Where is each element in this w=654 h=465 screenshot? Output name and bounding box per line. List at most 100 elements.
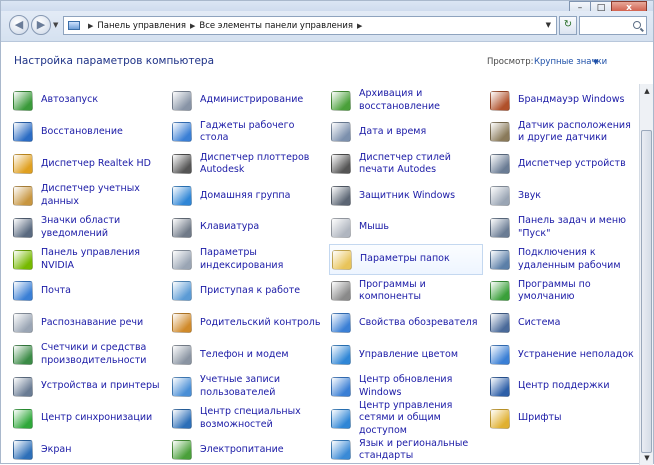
control-panel-item-label: Устройства и принтеры <box>41 380 160 392</box>
control-panel-item[interactable]: Свойства обозревателя <box>331 308 483 339</box>
control-panel-item-label: Защитник Windows <box>359 189 456 201</box>
print-styles-icon <box>331 154 351 175</box>
address-dropdown-icon[interactable]: ▼ <box>546 21 551 29</box>
control-panel-item[interactable]: Панель задач и меню "Пуск" <box>490 212 635 243</box>
action-center-icon <box>490 376 510 397</box>
control-panel-item[interactable]: Центр поддержки <box>490 371 635 402</box>
control-panel-item-label: Датчик расположения и другие датчики <box>518 119 631 144</box>
control-panel-item[interactable]: Мышь <box>331 212 483 243</box>
scroll-up-arrow-icon[interactable]: ▲ <box>641 84 653 98</box>
control-panel-item-label: Диспетчер плоттеров Autodesk <box>200 151 310 176</box>
refresh-button[interactable]: ↻ <box>559 16 577 35</box>
search-icon[interactable] <box>633 21 641 29</box>
control-panel-item[interactable]: Язык и региональные стандарты <box>331 435 483 465</box>
control-panel-item[interactable]: Электропитание <box>172 435 322 465</box>
control-panel-item-label: Восстановление <box>41 126 123 138</box>
chevron-right-icon[interactable]: ▶ <box>190 22 195 30</box>
control-panel-item[interactable]: Клавиатура <box>172 212 322 243</box>
control-panel-item[interactable]: Учетные записи пользователей <box>172 371 322 402</box>
control-panel-item[interactable]: Администрирование <box>172 85 322 116</box>
control-panel-item[interactable]: Параметры индексирования <box>172 244 322 275</box>
credential-manager-icon <box>13 185 33 206</box>
control-panel-item[interactable]: Домашняя группа <box>172 180 322 211</box>
defender-icon <box>331 185 351 206</box>
control-panel-item[interactable]: Управление цветом <box>331 339 483 370</box>
performance-icon <box>13 344 33 365</box>
breadcrumb-control-panel[interactable]: Панель управления <box>97 21 186 31</box>
control-panel-item[interactable]: Панель управления NVIDIA <box>13 244 163 275</box>
control-panel-item[interactable]: Система <box>490 308 635 339</box>
address-bar[interactable]: ▶ Панель управления ▶ Все элементы панел… <box>63 16 557 35</box>
control-panel-item-label: Учетные записи пользователей <box>200 374 281 398</box>
display-icon <box>13 440 33 461</box>
chevron-down-icon[interactable]: ▼ <box>593 58 598 66</box>
control-panel-item-label: Экран <box>41 444 72 456</box>
control-panel-item[interactable]: Программы по умолчанию <box>490 276 635 307</box>
chevron-right-icon[interactable]: ▶ <box>88 22 93 30</box>
control-panel-item[interactable]: Устранение неполадок <box>490 339 635 370</box>
control-panel-item-label: Счетчики и средства производительности <box>41 342 147 366</box>
windows-update-icon <box>331 376 351 397</box>
control-panel-item[interactable]: Устройства и принтеры <box>13 371 163 402</box>
control-panel-item[interactable]: Диспетчер Realtek HD <box>13 149 163 180</box>
control-panel-item[interactable]: Родительский контроль <box>172 308 322 339</box>
control-panel-item-label: Подключения к удаленным рабочим <box>518 247 621 271</box>
control-panel-item[interactable]: Подключения к удаленным рабочим <box>490 244 635 275</box>
plotter-icon <box>172 154 192 175</box>
control-panel-item[interactable]: Звук <box>490 180 635 211</box>
control-panel-item-label: Брандмауэр Windows <box>518 94 625 106</box>
page-title: Настройка параметров компьютера <box>14 55 215 67</box>
control-panel-item[interactable]: Датчик расположения и другие датчики <box>490 117 635 148</box>
control-panel-item[interactable]: Диспетчер плоттеров Autodesk <box>172 149 322 180</box>
control-panel-item[interactable]: Значки области уведомлений <box>13 212 163 243</box>
control-panel-item-label: Дата и время <box>359 126 427 138</box>
control-panel-item[interactable]: Параметры папок <box>329 244 483 275</box>
taskbar-icon <box>490 217 510 238</box>
control-panel-item[interactable]: Архивация и восстановление <box>331 85 483 116</box>
control-panel-item-label: Система <box>518 316 561 328</box>
sync-icon <box>13 408 33 429</box>
control-panel-item-label: Звук <box>518 189 542 201</box>
back-button[interactable]: ◀ <box>9 15 29 35</box>
control-panel-item-label: Центр обновления Windows <box>359 374 453 398</box>
printer-icon <box>13 376 33 397</box>
control-panel-item-label: Архивация и восстановление <box>359 88 440 112</box>
control-panel-item[interactable]: Центр управления сетями и общим доступом <box>331 400 483 436</box>
scroll-thumb[interactable] <box>641 130 652 453</box>
control-panel-item[interactable]: Экран <box>13 435 163 465</box>
control-panel-item[interactable]: Центр обновления Windows <box>331 371 483 402</box>
vertical-scrollbar[interactable]: ▲ ▼ <box>639 84 653 465</box>
control-panel-item[interactable]: Почта <box>13 276 163 307</box>
control-panel-item-label: Клавиатура <box>200 221 260 233</box>
control-panel-item[interactable]: Диспетчер стилей печати Autodes <box>331 149 483 180</box>
control-panel-item[interactable]: Телефон и модем <box>172 339 322 370</box>
scroll-down-arrow-icon[interactable]: ▼ <box>641 451 653 465</box>
control-panel-item[interactable]: Защитник Windows <box>331 180 483 211</box>
control-panel-item[interactable]: Приступая к работе <box>172 276 322 307</box>
control-panel-item[interactable]: Диспетчер устройств <box>490 149 635 180</box>
control-panel-window: – □ x ◀ ▶ ▼ ▶ Панель управления ▶ Все эл… <box>0 0 654 465</box>
control-panel-item[interactable]: Шрифты <box>490 403 635 434</box>
control-panel-item[interactable]: Центр синхронизации <box>13 403 163 434</box>
control-panel-item[interactable]: Программы и компоненты <box>331 276 483 307</box>
control-panel-item[interactable]: Автозапуск <box>13 85 163 116</box>
breadcrumb-all-items[interactable]: Все элементы панели управления <box>199 21 353 31</box>
control-panel-item-label: Центр поддержки <box>518 380 610 392</box>
control-panel-item-label: Диспетчер устройств <box>518 157 626 169</box>
control-panel-item[interactable]: Распознавание речи <box>13 308 163 339</box>
control-panel-item[interactable]: Гаджеты рабочего стола <box>172 117 322 148</box>
control-panel-item-label: Панель управления NVIDIA <box>41 247 141 271</box>
control-panel-item[interactable]: Восстановление <box>13 117 163 148</box>
control-panel-item-label: Диспетчер Realtek HD <box>41 157 151 169</box>
control-panel-item-label: Устранение неполадок <box>518 348 634 360</box>
control-panel-item[interactable]: Центр специальных возможностей <box>172 403 322 434</box>
control-panel-item[interactable]: Счетчики и средства производительности <box>13 339 163 370</box>
chevron-right-icon[interactable]: ▶ <box>357 22 362 30</box>
control-panel-item[interactable]: Брандмауэр Windows <box>490 85 635 116</box>
control-panel-item-label: Центр специальных возможностей <box>200 406 301 430</box>
control-panel-item[interactable]: Дата и время <box>331 117 483 148</box>
recent-pages-dropdown-icon[interactable]: ▼ <box>53 21 58 29</box>
forward-button[interactable]: ▶ <box>31 15 51 35</box>
control-panel-item-label: Распознавание речи <box>41 316 144 328</box>
control-panel-item[interactable]: Диспетчер учетных данных <box>13 180 163 211</box>
